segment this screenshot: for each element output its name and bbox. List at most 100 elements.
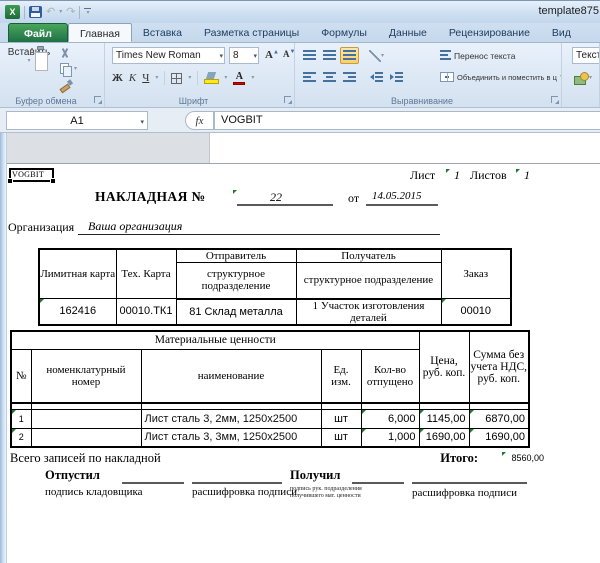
align-top-button[interactable] — [300, 47, 319, 64]
invoice-date[interactable]: 14.05.2015 — [372, 190, 422, 202]
save-icon[interactable] — [29, 6, 42, 18]
align-right-button[interactable] — [340, 69, 359, 86]
name-cell[interactable]: Лист сталь 3, 2мм, 1250х2500 — [140, 408, 322, 429]
decrease-indent-button[interactable] — [367, 69, 386, 86]
insert-function-button[interactable]: fx — [185, 111, 214, 130]
sender-header[interactable]: Отправитель — [175, 248, 297, 263]
sheet-label[interactable]: Лист — [410, 168, 435, 183]
orientation-button[interactable]: ▾ — [367, 47, 386, 64]
font-size-combo[interactable]: 8 ▾ — [229, 47, 259, 64]
row-number-cell[interactable]: 1 — [10, 408, 32, 429]
alignment-dialog-launcher-icon[interactable] — [551, 96, 559, 104]
name-box[interactable]: A1 ▾ — [6, 111, 148, 130]
sheets-total-number[interactable]: 1 — [524, 168, 530, 183]
sum-column-header[interactable]: Сумма без учета НДС, руб. коп. — [468, 330, 530, 404]
qty-cell[interactable]: 1,000 — [360, 427, 420, 448]
align-left-button[interactable] — [300, 69, 319, 86]
quick-access-more-icon[interactable]: ▾ — [84, 8, 92, 16]
nomenclature-cell[interactable] — [30, 427, 142, 448]
undo-dropdown-icon[interactable]: ▾ — [59, 9, 62, 15]
invoice-title[interactable]: НАКЛАДНАЯ № — [95, 189, 205, 205]
cut-button[interactable] — [60, 47, 100, 59]
format-painter-button[interactable] — [60, 79, 100, 91]
fill-color-icon[interactable] — [204, 72, 220, 84]
order-header[interactable]: Заказ — [440, 248, 512, 299]
tab-home[interactable]: Главная — [67, 23, 132, 42]
font-dialog-launcher-icon[interactable] — [284, 96, 292, 104]
limit-card-header[interactable]: Лимитная карта — [38, 248, 117, 299]
name-cell[interactable]: Лист сталь 3, 3мм, 1250х2500 — [140, 427, 322, 448]
tab-insert[interactable]: Вставка — [132, 23, 193, 42]
unit-cell[interactable]: шт — [320, 408, 362, 429]
records-total-label[interactable]: Всего записей по накладной — [10, 451, 161, 466]
unit-cell[interactable]: шт — [320, 427, 362, 448]
receiver-header[interactable]: Получатель — [295, 248, 442, 263]
italic-button[interactable]: К — [129, 72, 136, 84]
align-middle-button[interactable] — [320, 47, 339, 64]
tab-view[interactable]: Вид — [541, 23, 582, 42]
invoice-number[interactable]: 22 — [270, 190, 282, 205]
nomenclature-cell[interactable] — [30, 408, 142, 429]
unit-header[interactable]: Ед. изм. — [320, 348, 362, 404]
materials-group-header[interactable]: Материальные ценности — [10, 330, 420, 350]
selected-cell-a1[interactable]: VOGBIT — [7, 168, 56, 184]
sender-value[interactable]: 81 Склад металла — [175, 298, 297, 325]
row-number-cell[interactable]: 2 — [10, 427, 32, 448]
released-label[interactable]: Отпустил — [45, 468, 100, 483]
fill-dropdown-icon[interactable]: ▾ — [224, 75, 227, 81]
total-value[interactable]: 8560,00 — [482, 453, 544, 463]
font-color-icon[interactable]: А — [233, 71, 246, 85]
underline-dropdown-icon[interactable]: ▾ — [155, 75, 158, 81]
price-cell[interactable]: 1145,00 — [418, 408, 470, 429]
tech-card-value[interactable]: 00010.ТК1 — [115, 298, 177, 325]
nomenclature-header[interactable]: номенклатурный номер — [30, 348, 142, 404]
sender-sub-header[interactable]: структурное подразделение — [175, 262, 297, 300]
tab-review[interactable]: Рецензирование — [438, 23, 541, 42]
limit-card-value[interactable]: 162416 — [38, 298, 117, 325]
formula-input[interactable]: VOGBIT — [214, 111, 600, 130]
qty-cell[interactable]: 6,000 — [360, 408, 420, 429]
invoice-date-preposition[interactable]: от — [348, 191, 359, 206]
increase-font-button[interactable]: А▲ — [265, 49, 279, 61]
sheet-number[interactable]: 1 — [454, 168, 460, 183]
merge-center-button[interactable]: Объединить и поместить в центре ▾ — [440, 72, 561, 82]
accounting-format-button[interactable]: ▾ — [570, 69, 596, 86]
organization-label[interactable]: Организация — [8, 220, 74, 235]
tab-formulas[interactable]: Формулы — [310, 23, 378, 42]
align-center-button[interactable] — [320, 69, 339, 86]
wrap-text-button[interactable]: Перенос текста — [440, 50, 515, 61]
price-cell[interactable]: 1690,00 — [418, 427, 470, 448]
received-label[interactable]: Получил — [290, 468, 340, 483]
tab-page-layout[interactable]: Разметка страницы — [193, 23, 310, 42]
tab-file[interactable]: Файл — [8, 23, 68, 42]
font-color-dropdown-icon[interactable]: ▾ — [251, 75, 254, 81]
align-bottom-button[interactable] — [340, 47, 359, 64]
tab-data[interactable]: Данные — [378, 23, 438, 42]
borders-icon[interactable] — [171, 72, 183, 84]
sum-cell[interactable]: 1690,00 — [468, 427, 530, 448]
underline-button[interactable]: Ч — [142, 72, 149, 84]
qty-header[interactable]: Кол-во отпущено — [360, 348, 420, 404]
redo-icon[interactable]: ↷ — [66, 6, 75, 18]
price-column-header[interactable]: Цена, руб. коп. — [418, 330, 470, 404]
row-number-header[interactable]: № — [10, 348, 32, 404]
font-family-combo[interactable]: Times New Roman ▾ — [112, 47, 225, 64]
order-value[interactable]: 00010 — [440, 298, 512, 325]
decrease-font-button[interactable]: А▼ — [283, 49, 294, 59]
bold-button[interactable]: Ж — [112, 72, 123, 84]
paste-button[interactable]: Вставить ▾ — [6, 46, 52, 64]
receiver-sub-header[interactable]: структурное подразделение — [295, 262, 442, 300]
undo-icon[interactable]: ↶ — [46, 6, 55, 18]
clipboard-dialog-launcher-icon[interactable] — [94, 96, 102, 104]
sheets-label[interactable]: Листов — [470, 168, 507, 183]
copy-button[interactable]: ▾ — [60, 63, 100, 77]
borders-dropdown-icon[interactable]: ▾ — [188, 75, 191, 81]
tech-card-header[interactable]: Тех. Карта — [115, 248, 177, 299]
receiver-value[interactable]: 1 Участок изготовления деталей — [295, 298, 442, 325]
name-header[interactable]: наименование — [140, 348, 322, 404]
total-label[interactable]: Итого: — [400, 451, 478, 466]
sum-cell[interactable]: 6870,00 — [468, 408, 530, 429]
number-format-combo[interactable]: Тексто — [572, 47, 599, 64]
increase-indent-button[interactable] — [387, 69, 406, 86]
organization-value[interactable]: Ваша организация — [88, 219, 182, 234]
